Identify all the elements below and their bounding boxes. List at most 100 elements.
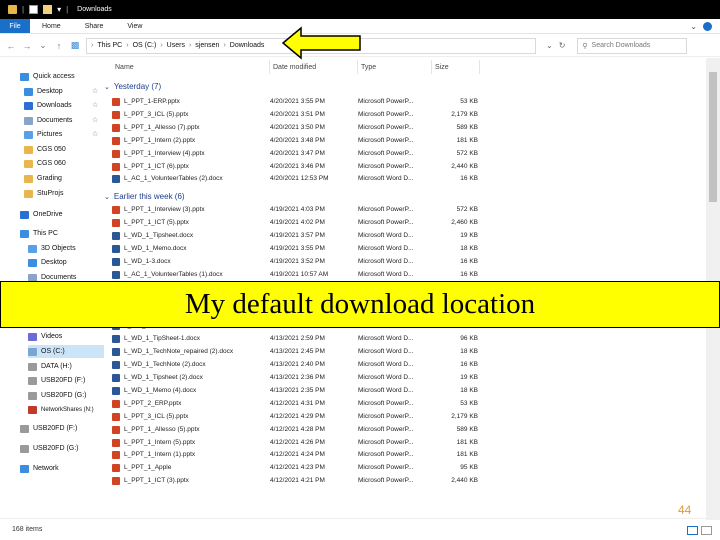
recent-locations-icon[interactable]: ⌄ bbox=[38, 40, 48, 51]
nav-item-usb-g[interactable]: USB20FD (G:) bbox=[28, 389, 87, 402]
nav-item-downloads[interactable]: Downloads bbox=[24, 99, 72, 112]
chevron-down-icon[interactable]: ▾ bbox=[57, 5, 61, 14]
large-icons-view-icon[interactable] bbox=[701, 526, 712, 535]
nav-item-os-drive[interactable]: OS (C:) bbox=[28, 345, 104, 358]
callout-banner: My default download location bbox=[0, 281, 720, 328]
file-date: 4/13/2021 2:36 PM bbox=[270, 374, 325, 381]
file-row[interactable]: L_PPT_1_Allesso (7).pptx 4/20/2021 3:50 P… bbox=[112, 122, 482, 135]
pictures-icon bbox=[24, 130, 33, 139]
nav-item-this-pc[interactable]: This PC bbox=[20, 227, 58, 240]
refresh-icon[interactable]: ↻ bbox=[559, 41, 566, 50]
chevron-down-icon[interactable]: ⌄ bbox=[546, 41, 553, 50]
file-row[interactable]: L_PPT_1_Apple 4/12/2021 4:23 PM Microsoft … bbox=[112, 462, 482, 475]
file-row[interactable]: L_WD_1_TechNote_repaired (2).docx 4/13/20… bbox=[112, 346, 482, 359]
pin-icon[interactable]: ☆ bbox=[92, 101, 98, 109]
file-row[interactable]: L_WD_1_Memo.docx 4/19/2021 3:55 PM Microso… bbox=[112, 243, 482, 256]
file-date: 4/20/2021 3:51 PM bbox=[270, 110, 325, 118]
powerpoint-file-icon bbox=[112, 110, 120, 119]
file-row[interactable]: L_PPT_1_ICT (3).pptx 4/12/2021 4:21 PM Mic… bbox=[112, 475, 482, 488]
crumb-user[interactable]: sjensen bbox=[195, 42, 219, 49]
file-size: 16 KB bbox=[460, 361, 478, 369]
pin-icon[interactable]: ☆ bbox=[92, 87, 98, 95]
up-icon[interactable]: ↑ bbox=[54, 41, 64, 51]
nav-item-pictures[interactable]: Pictures bbox=[24, 128, 62, 141]
file-row[interactable]: L_WD_1_Tipsheet.docx 4/19/2021 3:57 PM Mic… bbox=[112, 230, 482, 243]
crumb-os-drive[interactable]: OS (C:) bbox=[133, 42, 157, 49]
nav-item-network[interactable]: Network bbox=[20, 462, 59, 475]
file-row[interactable]: L_PPT_3_ICL (5).pptx 4/20/2021 3:51 PM Mic… bbox=[112, 109, 482, 122]
crumb-downloads[interactable]: Downloads bbox=[230, 42, 265, 49]
file-row[interactable]: L_AC_1_VolunteerTables (2).docx 4/20/2021… bbox=[112, 173, 482, 186]
scrollbar-thumb[interactable] bbox=[709, 72, 717, 202]
search-input[interactable]: ⚲ Search Downloads bbox=[577, 37, 688, 54]
column-header-type[interactable]: Type bbox=[358, 60, 432, 74]
properties-icon[interactable] bbox=[29, 5, 39, 14]
nav-item-stuprojs[interactable]: StuProjs bbox=[24, 187, 63, 200]
column-header-date[interactable]: Date modified bbox=[270, 60, 358, 74]
help-icon[interactable] bbox=[703, 21, 712, 31]
file-name: L_PPT_1_ICT (6).pptx bbox=[124, 162, 189, 170]
nav-item-documents[interactable]: Documents bbox=[24, 114, 72, 127]
crumb-separator: › bbox=[91, 42, 94, 49]
file-row[interactable]: L_PPT_1_ICT (5).pptx 4/19/2021 4:02 PM Mic… bbox=[112, 217, 482, 230]
crumb-this-pc[interactable]: This PC bbox=[97, 42, 122, 49]
nav-item-videos[interactable]: Videos bbox=[28, 330, 62, 343]
expand-ribbon-icon[interactable]: ⌄ bbox=[690, 22, 697, 31]
nav-item-network-shares[interactable]: NetworkShares (N:) bbox=[28, 403, 94, 416]
nav-item-grading[interactable]: Grading bbox=[24, 172, 62, 185]
tab-home[interactable]: Home bbox=[30, 19, 73, 33]
group-header-earlier-this-week[interactable]: ⌄ Earlier this week (6) bbox=[104, 190, 185, 203]
file-row[interactable]: L_WD_1_Tipsheet (2).docx 4/13/2021 2:36 P… bbox=[112, 372, 482, 385]
nav-item-usb-f[interactable]: USB20FD (F:) bbox=[28, 374, 85, 387]
details-view-icon[interactable] bbox=[687, 526, 698, 535]
file-row[interactable]: L_PPT_1-ERP.pptx 4/20/2021 3:55 PM Microso… bbox=[112, 96, 482, 109]
file-row[interactable]: L_PPT_2_ERP.pptx 4/12/2021 4:31 PM Microso… bbox=[112, 398, 482, 411]
nav-item-3d-objects[interactable]: 3D Objects bbox=[28, 242, 76, 255]
pin-icon[interactable]: ☆ bbox=[92, 116, 98, 124]
file-row[interactable]: L_PPT_1_Interview (4).pptx 4/20/2021 3:47… bbox=[112, 148, 482, 161]
column-header-name[interactable]: Name bbox=[112, 60, 270, 74]
file-row[interactable]: L_AC_1_VolunteerTables (1).docx 4/19/2021… bbox=[112, 269, 482, 282]
file-row[interactable]: L_PPT_1_Intern (1).pptx 4/12/2021 4:24 PM… bbox=[112, 449, 482, 462]
nav-item-desktop-pc[interactable]: Desktop bbox=[28, 256, 67, 269]
back-icon[interactable]: ← bbox=[6, 41, 16, 51]
nav-item-usb-g-root[interactable]: USB20FD (G:) bbox=[20, 442, 79, 455]
ribbon-right: ⌄ bbox=[690, 19, 720, 33]
file-row[interactable]: L_PPT_1_ICT (6).pptx 4/20/2021 3:46 PM Mic… bbox=[112, 161, 482, 174]
nav-item-desktop[interactable]: Desktop bbox=[24, 85, 63, 98]
file-row[interactable]: L_PPT_3_ICL (5).pptx 4/12/2021 4:29 PM Mic… bbox=[112, 411, 482, 424]
group-header-yesterday[interactable]: ⌄ Yesterday (7) bbox=[104, 80, 161, 93]
tab-file[interactable]: File bbox=[0, 19, 30, 33]
file-size: 572 KB bbox=[456, 206, 478, 214]
nav-item-usb-f-root[interactable]: USB20FD (F:) bbox=[20, 422, 77, 435]
nav-item-data-drive[interactable]: DATA (H:) bbox=[28, 360, 72, 373]
file-row[interactable]: L_PPT_1_Intern (2).pptx 4/20/2021 3:48 PM… bbox=[112, 135, 482, 148]
file-row[interactable]: L_PPT_1_Intern (5).pptx 4/12/2021 4:26 PM… bbox=[112, 437, 482, 450]
nav-item-quick-access[interactable]: Quick access bbox=[20, 70, 75, 83]
drive-icon bbox=[28, 347, 37, 356]
file-row[interactable]: L_PPT_1_Allesso (5).pptx 4/12/2021 4:28 P… bbox=[112, 424, 482, 437]
file-row[interactable]: L_WD_1_TipSheet-1.docx 4/13/2021 2:59 PM M… bbox=[112, 333, 482, 346]
file-date: 4/20/2021 3:47 PM bbox=[270, 149, 325, 157]
file-row[interactable]: L_PPT_1_Interview (3).pptx 4/19/2021 4:03… bbox=[112, 204, 482, 217]
file-name: L_PPT_1_Intern (1).pptx bbox=[124, 451, 196, 459]
file-type: Microsoft PowerP... bbox=[358, 110, 414, 118]
column-header-size[interactable]: Size bbox=[432, 60, 480, 74]
tab-share[interactable]: Share bbox=[73, 19, 116, 33]
crumb-users[interactable]: Users bbox=[167, 42, 185, 49]
file-size: 53 KB bbox=[460, 98, 478, 105]
forward-icon[interactable]: → bbox=[22, 41, 32, 51]
file-name: L_PPT_3_ICL (5).pptx bbox=[124, 110, 189, 118]
nav-item-cgs-060[interactable]: CGS 060 bbox=[24, 157, 66, 170]
file-row[interactable]: L_WD_1-3.docx 4/19/2021 3:52 PM Microsoft … bbox=[112, 256, 482, 269]
desktop-icon bbox=[24, 87, 33, 96]
file-row[interactable]: L_WD_1_Memo (4).docx 4/13/2021 2:35 PM Mic… bbox=[112, 385, 482, 398]
file-size: 589 KB bbox=[456, 425, 478, 433]
pin-icon[interactable]: ☆ bbox=[92, 130, 98, 138]
group-label: Earlier this week (6) bbox=[113, 192, 185, 201]
nav-item-onedrive[interactable]: OneDrive bbox=[20, 208, 63, 221]
new-folder-icon[interactable] bbox=[43, 5, 53, 14]
nav-item-cgs-050[interactable]: CGS 050 bbox=[24, 143, 66, 156]
file-row[interactable]: L_WD_1_TechNote (2).docx 4/13/2021 2:40 P… bbox=[112, 359, 482, 372]
tab-view[interactable]: View bbox=[115, 19, 154, 33]
